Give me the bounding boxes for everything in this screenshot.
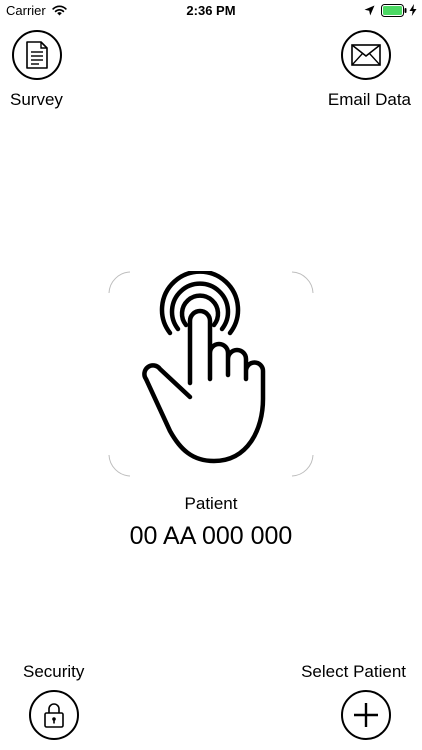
touch-scan-area[interactable] (108, 271, 314, 477)
security-label: Security (23, 662, 85, 681)
battery-icon (381, 4, 407, 17)
patient-id: 00 AA 000 000 (129, 522, 293, 550)
patient-label: Patient (184, 494, 238, 513)
charging-icon (409, 4, 417, 16)
status-bar: Carrier 2:36 PM (0, 0, 422, 22)
plus-icon (354, 703, 378, 727)
email-data-button[interactable] (341, 30, 391, 80)
survey-button[interactable] (12, 30, 62, 80)
touch-hand-icon (142, 271, 266, 464)
email-data-label: Email Data (327, 90, 411, 109)
padlock-icon (44, 703, 64, 728)
document-icon (26, 41, 48, 69)
clock: 2:36 PM (186, 3, 236, 18)
envelope-icon (351, 44, 381, 66)
location-icon (364, 5, 375, 16)
survey-label: Survey (10, 90, 63, 109)
select-patient-label: Select Patient (301, 662, 406, 681)
select-patient-button[interactable] (341, 690, 391, 740)
security-button[interactable] (29, 690, 79, 740)
